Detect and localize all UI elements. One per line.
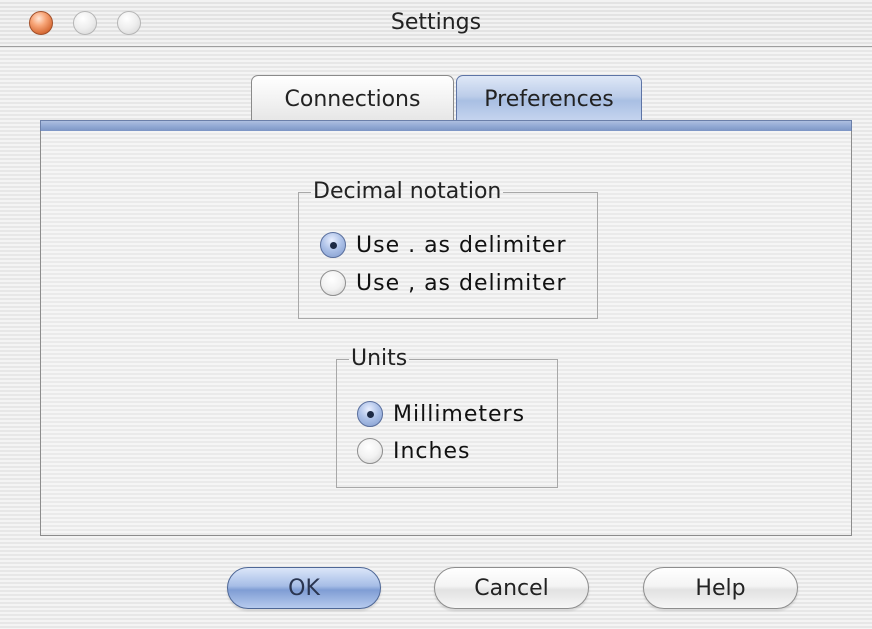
help-button[interactable]: Help — [643, 567, 798, 609]
radio-selected-icon[interactable] — [357, 401, 383, 427]
cancel-button[interactable]: Cancel — [434, 567, 589, 609]
units-option-millimeters-label: Millimeters — [393, 401, 526, 427]
title-bar[interactable]: Settings — [0, 0, 872, 47]
window-title: Settings — [390, 10, 482, 35]
units-legend: Units — [351, 346, 408, 371]
units-option-millimeters[interactable]: Millimeters — [357, 401, 525, 427]
units-option-inches-label: Inches — [393, 438, 471, 464]
radio-unselected-icon[interactable] — [357, 438, 383, 464]
radio-unselected-icon[interactable] — [320, 270, 346, 296]
decimal-option-period[interactable]: Use . as delimiter — [320, 232, 567, 258]
tab-connections[interactable]: Connections — [251, 75, 454, 121]
decimal-option-comma-label: Use , as delimiter — [356, 270, 567, 296]
radio-selected-icon[interactable] — [320, 232, 346, 258]
decimal-option-comma[interactable]: Use , as delimiter — [320, 270, 567, 296]
decimal-option-period-label: Use . as delimiter — [356, 232, 567, 258]
tab-preferences[interactable]: Preferences — [456, 75, 642, 121]
preferences-panel: Decimal notation Use . as delimiter Use … — [40, 131, 852, 536]
decimal-notation-legend: Decimal notation — [313, 179, 502, 204]
units-option-inches[interactable]: Inches — [357, 438, 470, 464]
ok-button[interactable]: OK — [227, 567, 381, 609]
